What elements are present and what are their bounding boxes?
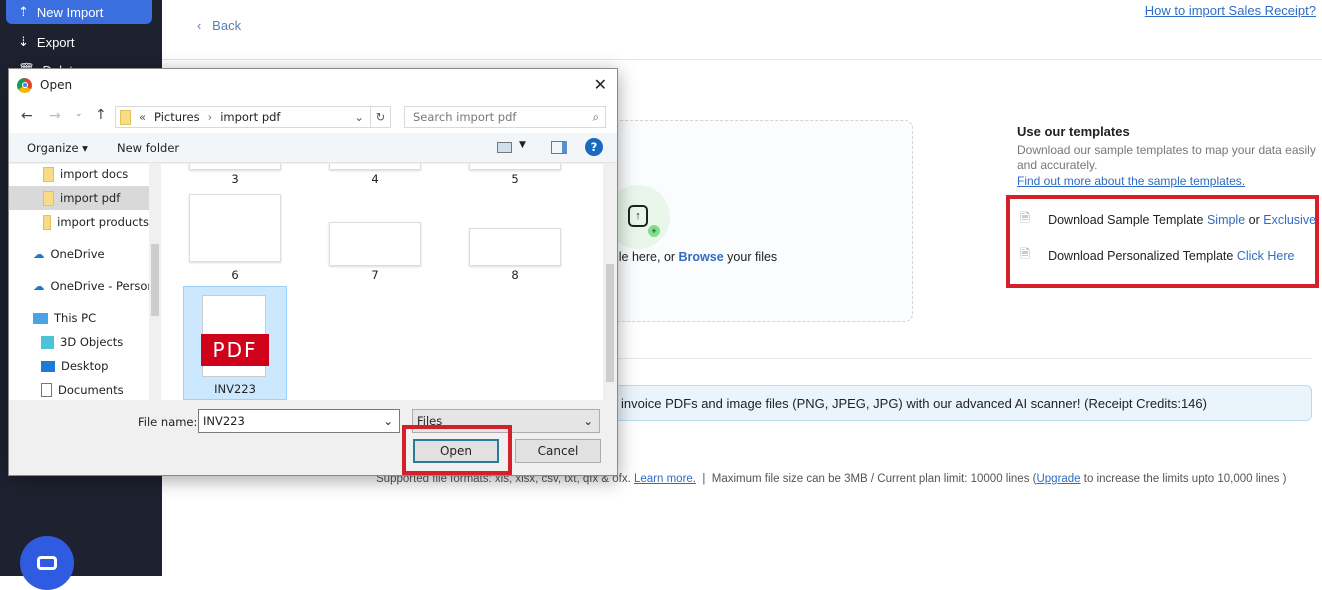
open-file-dialog: Open ✕ ← → ⌄ ↑ «Pictures › import pdf ⌄ ↻ … xyxy=(8,68,618,476)
learn-more-link[interactable]: Learn more. xyxy=(634,473,696,485)
file-thumbnail-5[interactable] xyxy=(469,164,561,170)
dialog-toolbar: Organize ▾ New folder ▼ ? xyxy=(9,133,617,163)
preview-pane-icon[interactable] xyxy=(551,141,567,154)
exclusive-template-link[interactable]: Exclusive xyxy=(1263,213,1316,227)
file-thumbnail-7[interactable] xyxy=(329,222,421,266)
tree-item-desktop[interactable]: Desktop xyxy=(9,354,149,378)
desktop-icon xyxy=(41,360,55,372)
document-icon: 🗎 xyxy=(1020,211,1031,225)
file-thumbnail-3[interactable] xyxy=(189,164,281,170)
address-bar[interactable]: «Pictures › import pdf ⌄ ↻ xyxy=(115,106,391,128)
cube-icon xyxy=(41,335,54,349)
close-icon[interactable]: ✕ xyxy=(594,75,607,94)
file-thumbnail-6[interactable] xyxy=(189,194,281,262)
files-scrollbar[interactable] xyxy=(603,164,617,400)
cloud-upload-icon: ⇡ xyxy=(18,4,29,19)
tree-item-onedrive[interactable]: ☁ OneDrive xyxy=(9,242,149,266)
up-arrow-icon[interactable]: ↑ xyxy=(95,107,107,123)
tree-item-this-pc[interactable]: This PC xyxy=(9,306,149,330)
templates-description: Download our sample templates to map you… xyxy=(1017,143,1316,172)
file-name-input[interactable]: INV223 ⌄ xyxy=(198,409,400,433)
tree-item-3d-objects[interactable]: 3D Objects xyxy=(9,330,149,354)
simple-template-link[interactable]: Simple xyxy=(1207,213,1245,227)
search-icon: ⌕ xyxy=(592,110,599,124)
upgrade-link[interactable]: Upgrade xyxy=(1036,473,1080,485)
file-thumbnail-8[interactable] xyxy=(469,228,561,266)
open-button-highlight xyxy=(402,425,512,475)
computer-icon xyxy=(33,312,48,324)
sidebar-item-new-import[interactable]: ⇡ New Import xyxy=(6,0,152,24)
document-icon: 🗎 xyxy=(1020,247,1031,261)
folder-tree: import docs import pdf import products ☁… xyxy=(9,164,161,400)
chevron-down-icon: ⌄ xyxy=(354,110,364,124)
new-folder-button[interactable]: New folder xyxy=(117,141,179,155)
help-icon[interactable]: ? xyxy=(585,138,603,156)
chat-icon xyxy=(37,556,57,570)
recent-dropdown-icon[interactable]: ⌄ xyxy=(75,109,83,119)
templates-info-link[interactable]: Find out more about the sample templates… xyxy=(1017,174,1245,188)
cloud-icon: ☁ xyxy=(33,279,45,293)
dialog-title-bar: Open ✕ xyxy=(9,69,617,101)
templates-title: Use our templates xyxy=(1017,124,1130,139)
forward-arrow-icon[interactable]: → xyxy=(49,108,61,124)
view-options-icon[interactable] xyxy=(497,142,512,153)
dropzone-text: ile here, or Browse your files xyxy=(616,250,778,264)
organize-button[interactable]: Organize ▾ xyxy=(27,141,88,155)
tree-item-documents[interactable]: Documents xyxy=(9,378,149,400)
tree-scrollbar[interactable] xyxy=(149,164,161,400)
pdf-file-icon: PDF xyxy=(201,295,269,377)
refresh-icon[interactable]: ↻ xyxy=(370,107,390,127)
sidebar-item-export[interactable]: ⇣ Export xyxy=(6,30,152,54)
tree-item-onedrive-personal[interactable]: ☁ OneDrive - Persor xyxy=(9,274,152,298)
tree-item-import-products[interactable]: import products xyxy=(9,210,149,234)
file-thumbnail-4[interactable] xyxy=(329,164,421,170)
back-arrow-icon[interactable]: ← xyxy=(21,108,33,124)
help-link[interactable]: How to import Sales Receipt? xyxy=(1145,3,1316,18)
cancel-button[interactable]: Cancel xyxy=(515,439,601,463)
cloud-download-icon: ⇣ xyxy=(18,34,29,49)
chat-button[interactable] xyxy=(20,536,74,590)
file-list: 3 4 5 6 7 8 PDF INV223 xyxy=(161,164,603,400)
templates-highlight: 🗎 Download Sample Template Simple or Excl… xyxy=(1006,195,1319,288)
search-input[interactable]: Search import pdf ⌕ xyxy=(404,106,606,128)
back-button[interactable]: ‹ Back xyxy=(197,18,241,33)
navigation-bar: ← → ⌄ ↑ «Pictures › import pdf ⌄ ↻ Search … xyxy=(9,101,617,133)
browse-link[interactable]: Browse xyxy=(679,250,724,264)
tree-item-import-pdf[interactable]: import pdf xyxy=(9,186,149,210)
documents-icon xyxy=(41,383,52,397)
file-item-inv223[interactable]: PDF INV223 xyxy=(183,286,287,400)
cloud-icon: ☁ xyxy=(33,247,45,261)
tree-item-import-docs[interactable]: import docs xyxy=(9,164,149,186)
chevron-down-icon[interactable]: ▼ xyxy=(519,140,526,150)
templates-panel: Use our templates Download our sample te… xyxy=(1017,124,1317,188)
chrome-icon xyxy=(17,77,32,93)
personalized-template-link[interactable]: Click Here xyxy=(1237,249,1295,263)
